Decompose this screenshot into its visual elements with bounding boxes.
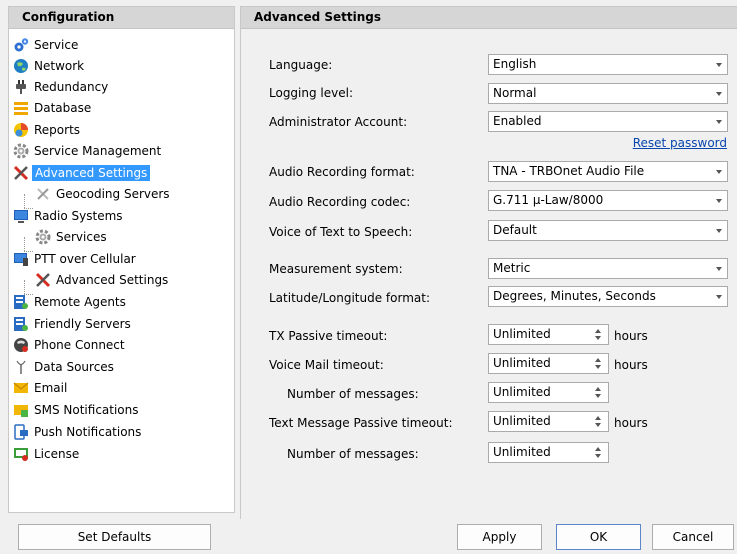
chevron-down-icon — [716, 170, 722, 174]
server-icon — [13, 294, 29, 310]
plug-icon — [13, 79, 29, 95]
tree-item-remote-agents[interactable]: Remote Agents — [13, 291, 126, 312]
tx-timeout-stepper[interactable]: Unlimited — [488, 324, 609, 345]
apply-button[interactable]: Apply — [457, 524, 542, 550]
audio-codec-select[interactable]: G.711 µ-Law/8000 — [488, 190, 728, 211]
server-icon — [13, 316, 29, 332]
license-icon — [13, 446, 29, 462]
text-message-timeout-unit: hours — [614, 416, 648, 430]
text-messages-count-stepper[interactable]: Unlimited — [488, 442, 609, 463]
audio-format-label: Audio Recording format: — [269, 165, 415, 179]
chevron-down-icon — [716, 295, 722, 299]
tts-voice-select[interactable]: Default — [488, 220, 728, 241]
tree-item-friendly-servers[interactable]: Friendly Servers — [13, 313, 131, 334]
ok-button[interactable]: OK — [556, 524, 641, 550]
phone-icon — [13, 337, 29, 353]
cancel-button[interactable]: Cancel — [652, 524, 734, 550]
reset-password-link[interactable]: Reset password — [633, 136, 727, 150]
tree-item-service[interactable]: Service — [13, 34, 78, 55]
tree-item-redundancy[interactable]: Redundancy — [13, 76, 108, 97]
tree-item-advanced-settings[interactable]: Advanced Settings — [13, 162, 151, 183]
configuration-tree-panel: Configuration Service Network Redundancy… — [8, 6, 235, 513]
text-message-timeout-stepper[interactable]: Unlimited — [488, 411, 609, 432]
chevron-down-icon — [716, 92, 722, 96]
spin-up-icon[interactable] — [595, 447, 601, 451]
tree-item-services[interactable]: Services — [35, 226, 107, 247]
measurement-select[interactable]: Metric — [488, 258, 728, 279]
tree-item-network[interactable]: Network — [13, 55, 84, 76]
audio-codec-label: Audio Recording codec: — [269, 195, 411, 209]
chevron-down-icon — [716, 120, 722, 124]
spin-down-icon[interactable] — [595, 365, 601, 369]
spin-up-icon[interactable] — [595, 358, 601, 362]
tree-item-license[interactable]: License — [13, 443, 79, 464]
spin-up-icon[interactable] — [595, 329, 601, 333]
language-select[interactable]: English — [488, 54, 728, 75]
tools-icon — [35, 186, 51, 202]
tree-item-push-notifications[interactable]: Push Notifications — [13, 421, 141, 442]
tree-item-email[interactable]: Email — [13, 377, 67, 398]
monitor-phone-icon — [13, 251, 29, 267]
tree-item-reports[interactable]: Reports — [13, 119, 80, 140]
latlon-format-select[interactable]: Degrees, Minutes, Seconds — [488, 286, 728, 307]
tree-item-database[interactable]: Database — [13, 97, 91, 118]
language-label: Language: — [269, 58, 333, 72]
tree-item-radio-systems[interactable]: Radio Systems — [13, 205, 123, 226]
monitor-icon — [13, 208, 29, 224]
antenna-icon — [13, 359, 29, 375]
chevron-down-icon — [716, 63, 722, 67]
tools-icon — [35, 272, 51, 288]
logging-level-select[interactable]: Normal — [488, 83, 728, 104]
spin-up-icon[interactable] — [595, 416, 601, 420]
voice-mail-timeout-stepper[interactable]: Unlimited — [488, 353, 609, 374]
text-message-timeout-label: Text Message Passive timeout: — [269, 416, 453, 430]
advanced-settings-panel: Advanced Settings Language: English Logg… — [240, 6, 737, 519]
gear-icon — [35, 229, 51, 245]
text-messages-count-label: Number of messages: — [287, 447, 419, 461]
voice-mail-timeout-unit: hours — [614, 358, 648, 372]
tree-item-sms-notifications[interactable]: SMS Notifications — [13, 399, 139, 420]
set-defaults-button[interactable]: Set Defaults — [18, 524, 211, 550]
spin-down-icon[interactable] — [595, 394, 601, 398]
tree-item-ptt-advanced-settings[interactable]: Advanced Settings — [35, 269, 168, 290]
tree-header: Configuration — [9, 7, 234, 29]
logging-level-label: Logging level: — [269, 86, 353, 100]
tree-item-geocoding-servers[interactable]: Geocoding Servers — [35, 183, 170, 204]
chevron-down-icon — [716, 229, 722, 233]
gears-icon — [13, 37, 29, 53]
spin-down-icon[interactable] — [595, 423, 601, 427]
tx-timeout-unit: hours — [614, 329, 648, 343]
reports-icon — [13, 122, 29, 138]
envelope-icon — [13, 380, 29, 396]
tx-timeout-label: TX Passive timeout: — [269, 329, 388, 343]
tools-icon — [13, 165, 29, 181]
panel-title: Advanced Settings — [241, 7, 737, 29]
gear-icon — [13, 143, 29, 159]
push-icon — [13, 423, 29, 440]
tree-item-phone-connect[interactable]: Phone Connect — [13, 334, 125, 355]
admin-account-select[interactable]: Enabled — [488, 111, 728, 132]
globe-icon — [13, 58, 29, 74]
spin-down-icon[interactable] — [595, 454, 601, 458]
chevron-down-icon — [716, 267, 722, 271]
tree-item-ptt-over-cellular[interactable]: PTT over Cellular — [13, 248, 136, 269]
admin-account-label: Administrator Account: — [269, 115, 408, 129]
measurement-label: Measurement system: — [269, 262, 403, 276]
spin-up-icon[interactable] — [595, 387, 601, 391]
voice-mail-messages-label: Number of messages: — [287, 387, 419, 401]
chevron-down-icon — [716, 199, 722, 203]
voice-mail-messages-stepper[interactable]: Unlimited — [488, 382, 609, 403]
sms-icon — [13, 402, 29, 418]
audio-format-select[interactable]: TNA - TRBOnet Audio File — [488, 161, 728, 182]
tts-voice-label: Voice of Text to Speech: — [269, 225, 413, 239]
voice-mail-timeout-label: Voice Mail timeout: — [269, 358, 384, 372]
configuration-window: Configuration Service Network Redundancy… — [0, 0, 737, 554]
spin-down-icon[interactable] — [595, 336, 601, 340]
tree-item-service-management[interactable]: Service Management — [13, 140, 161, 161]
database-icon — [13, 100, 29, 116]
tree-item-data-sources[interactable]: Data Sources — [13, 356, 114, 377]
latlon-format-label: Latitude/Longitude format: — [269, 291, 431, 305]
